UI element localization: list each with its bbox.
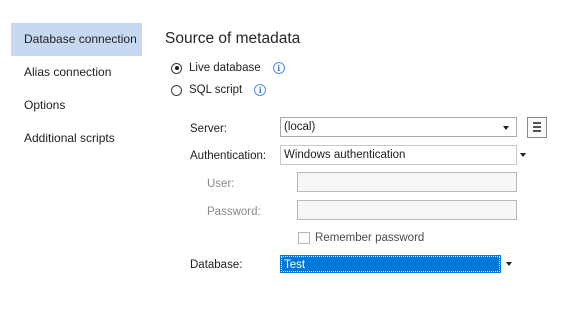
sql-script-radio[interactable] <box>171 84 182 96</box>
authentication-value: Windows authentication <box>284 149 406 161</box>
password-label: Password: <box>207 206 261 218</box>
authentication-select[interactable]: Windows authentication <box>280 145 517 165</box>
info-icon[interactable]: i <box>272 62 285 74</box>
sql-script-label: SQL script <box>189 84 243 96</box>
dropdown-arrow-icon[interactable] <box>503 126 509 130</box>
database-label: Database: <box>190 259 243 271</box>
live-database-option[interactable]: Live database i <box>171 60 285 76</box>
password-input[interactable] <box>297 200 517 220</box>
server-combobox[interactable]: (local) <box>280 117 517 137</box>
authentication-label: Authentication: <box>190 150 267 162</box>
nav-item-options[interactable]: Options <box>11 89 142 122</box>
sql-script-option[interactable]: SQL script i <box>171 82 267 98</box>
remember-password-checkbox[interactable] <box>298 232 310 244</box>
dropdown-arrow-icon[interactable] <box>520 153 526 157</box>
server-browse-button[interactable] <box>527 117 547 138</box>
server-label: Server: <box>190 123 228 135</box>
live-database-label: Live database <box>189 62 261 74</box>
sidebar-nav: Database connection Alias connection Opt… <box>11 23 142 155</box>
info-icon[interactable]: i <box>254 84 267 96</box>
database-combobox[interactable]: Test <box>280 255 501 273</box>
user-input[interactable] <box>297 172 517 192</box>
live-database-radio[interactable] <box>171 62 182 74</box>
nav-item-alias-connection[interactable]: Alias connection <box>11 56 142 89</box>
remember-password-label: Remember password <box>315 232 425 244</box>
nav-item-additional-scripts[interactable]: Additional scripts <box>11 122 142 155</box>
server-value: (local) <box>284 121 316 133</box>
user-label: User: <box>207 178 235 190</box>
nav-item-database-connection[interactable]: Database connection <box>11 23 142 56</box>
dropdown-arrow-icon[interactable] <box>506 262 512 266</box>
section-title: Source of metadata <box>165 30 301 47</box>
